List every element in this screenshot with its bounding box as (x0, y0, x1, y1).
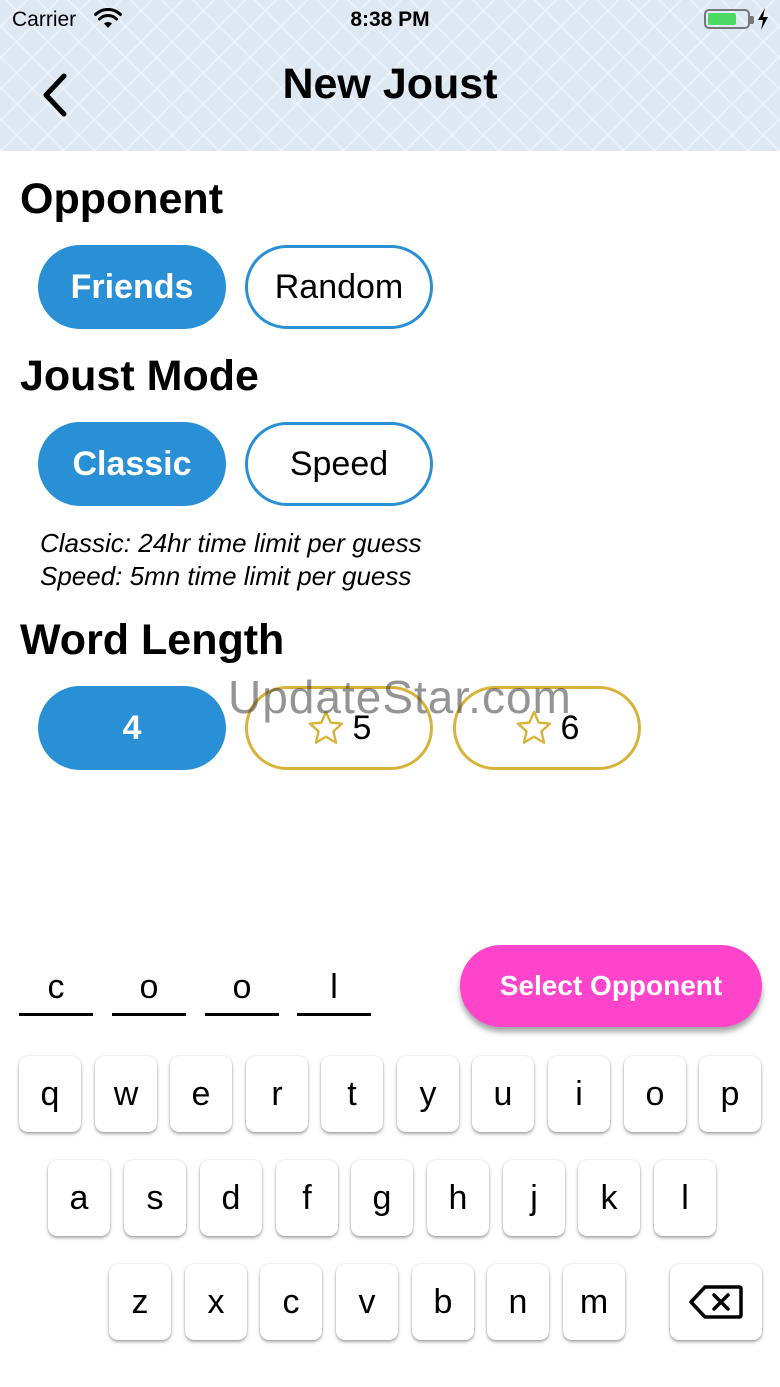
key-p[interactable]: p (699, 1056, 761, 1132)
backspace-key[interactable] (670, 1264, 762, 1340)
joust-mode-section-title: Joust Mode (20, 352, 259, 400)
length-6-button[interactable]: 6 (453, 686, 641, 770)
status-bar: Carrier 8:38 PM (0, 0, 780, 40)
key-u[interactable]: u (472, 1056, 534, 1132)
mode-speed-button[interactable]: Speed (245, 422, 433, 506)
key-s[interactable]: s (124, 1160, 186, 1236)
speed-description: Speed: 5mn time limit per guess (40, 561, 412, 591)
navigation-header: Carrier 8:38 PM New Joust (0, 0, 780, 151)
key-i[interactable]: i (548, 1056, 610, 1132)
key-f[interactable]: f (276, 1160, 338, 1236)
length-6-label: 6 (560, 708, 580, 747)
key-k[interactable]: k (578, 1160, 640, 1236)
letter-slot-2: o (112, 964, 186, 1016)
key-o[interactable]: o (624, 1056, 686, 1132)
star-icon (308, 710, 343, 744)
mode-descriptions: Classic: 24hr time limit per guess Speed… (40, 527, 421, 593)
key-q[interactable]: q (19, 1056, 81, 1132)
status-time: 8:38 PM (350, 8, 430, 31)
opponent-friends-button[interactable]: Friends (38, 245, 226, 329)
key-n[interactable]: n (487, 1264, 549, 1340)
key-t[interactable]: t (321, 1056, 383, 1132)
letter-slot-3: o (205, 964, 279, 1016)
length-5-button[interactable]: 5 (245, 686, 433, 770)
backspace-icon (689, 1285, 743, 1319)
key-z[interactable]: z (109, 1264, 171, 1340)
key-c[interactable]: c (260, 1264, 322, 1340)
opponent-section-title: Opponent (20, 175, 224, 223)
opponent-friends-label: Friends (70, 267, 194, 306)
battery-icon (704, 9, 754, 29)
key-w[interactable]: w (95, 1056, 157, 1132)
classic-description: Classic: 24hr time limit per guess (40, 528, 422, 558)
mode-classic-label: Classic (72, 444, 192, 483)
key-l[interactable]: l (654, 1160, 716, 1236)
select-opponent-label: Select Opponent (499, 970, 723, 1001)
mode-classic-button[interactable]: Classic (38, 422, 226, 506)
key-g[interactable]: g (351, 1160, 413, 1236)
key-m[interactable]: m (563, 1264, 625, 1340)
key-a[interactable]: a (48, 1160, 110, 1236)
length-5-label: 5 (352, 708, 372, 747)
letter-slot-4: l (297, 964, 371, 1016)
opponent-random-label: Random (274, 267, 404, 306)
word-length-section-title: Word Length (20, 616, 285, 664)
key-v[interactable]: v (336, 1264, 398, 1340)
opponent-random-button[interactable]: Random (245, 245, 433, 329)
length-4-button[interactable]: 4 (38, 686, 226, 770)
key-b[interactable]: b (412, 1264, 474, 1340)
key-x[interactable]: x (185, 1264, 247, 1340)
length-4-label: 4 (122, 708, 142, 747)
charging-bolt-icon (758, 8, 768, 30)
mode-speed-label: Speed (289, 444, 389, 483)
select-opponent-button[interactable]: Select Opponent (460, 945, 762, 1027)
key-d[interactable]: d (200, 1160, 262, 1236)
key-y[interactable]: y (397, 1056, 459, 1132)
letter-slot-1: c (19, 964, 93, 1016)
key-e[interactable]: e (170, 1056, 232, 1132)
star-icon (516, 710, 551, 744)
key-j[interactable]: j (503, 1160, 565, 1236)
key-h[interactable]: h (427, 1160, 489, 1236)
key-r[interactable]: r (246, 1056, 308, 1132)
page-title: New Joust (282, 60, 498, 108)
